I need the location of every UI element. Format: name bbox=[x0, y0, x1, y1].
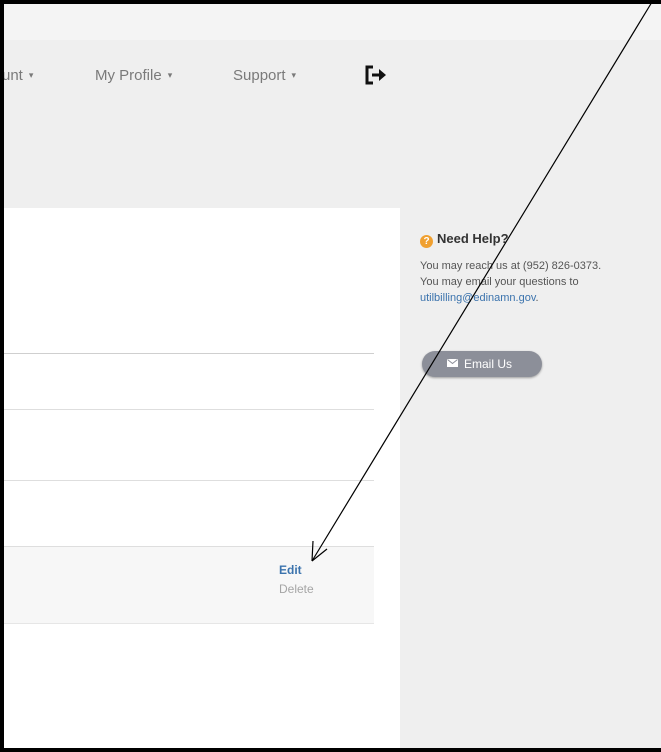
top-navigation: unt ▾ My Profile ▾ Support ▾ bbox=[4, 40, 661, 112]
delete-link[interactable]: Delete bbox=[279, 582, 314, 596]
nav-account-menu[interactable]: unt ▾ bbox=[2, 67, 34, 84]
edit-link[interactable]: Edit bbox=[279, 563, 302, 577]
help-text: You may reach us at (952) 826-0373. You … bbox=[420, 258, 661, 306]
sign-out-icon[interactable] bbox=[364, 65, 388, 85]
browser-top-strip bbox=[4, 4, 661, 41]
chevron-down-icon: ▾ bbox=[291, 70, 297, 80]
table-divider bbox=[4, 353, 374, 354]
table-divider bbox=[4, 480, 374, 481]
help-email-line: You may email your questions to bbox=[420, 276, 579, 288]
help-circle-icon: ? bbox=[420, 235, 433, 248]
help-phone-line: You may reach us at (952) 826-0373. bbox=[420, 260, 602, 272]
email-us-button[interactable]: Email Us bbox=[422, 351, 542, 377]
help-email-link[interactable]: utilbilling@edinamn.gov bbox=[420, 292, 536, 304]
need-help-panel: ? Need Help? You may reach us at (952) 82… bbox=[420, 230, 661, 377]
envelope-icon bbox=[447, 359, 458, 367]
table-divider bbox=[4, 409, 374, 410]
nav-my-profile-menu[interactable]: My Profile ▾ bbox=[95, 67, 172, 84]
help-email-address-line: utilbilling@edinamn.gov. bbox=[420, 290, 661, 306]
main-content-panel: Edit Delete bbox=[4, 208, 400, 748]
chevron-down-icon: ▾ bbox=[167, 70, 173, 80]
screenshot-frame: unt ▾ My Profile ▾ Support ▾ Edit Delete ? N… bbox=[0, 0, 661, 752]
chevron-down-icon: ▾ bbox=[28, 70, 34, 80]
help-heading: ? Need Help? bbox=[420, 230, 661, 248]
email-us-label: Email Us bbox=[464, 357, 513, 371]
nav-account-label: unt bbox=[2, 67, 23, 84]
help-email-suffix: . bbox=[535, 292, 539, 304]
nav-support-menu[interactable]: Support ▾ bbox=[233, 67, 296, 84]
nav-support-label: Support bbox=[233, 67, 286, 84]
help-title-text: Need Help? bbox=[437, 231, 509, 246]
nav-my-profile-label: My Profile bbox=[95, 67, 162, 84]
table-row: Edit Delete bbox=[4, 547, 374, 624]
